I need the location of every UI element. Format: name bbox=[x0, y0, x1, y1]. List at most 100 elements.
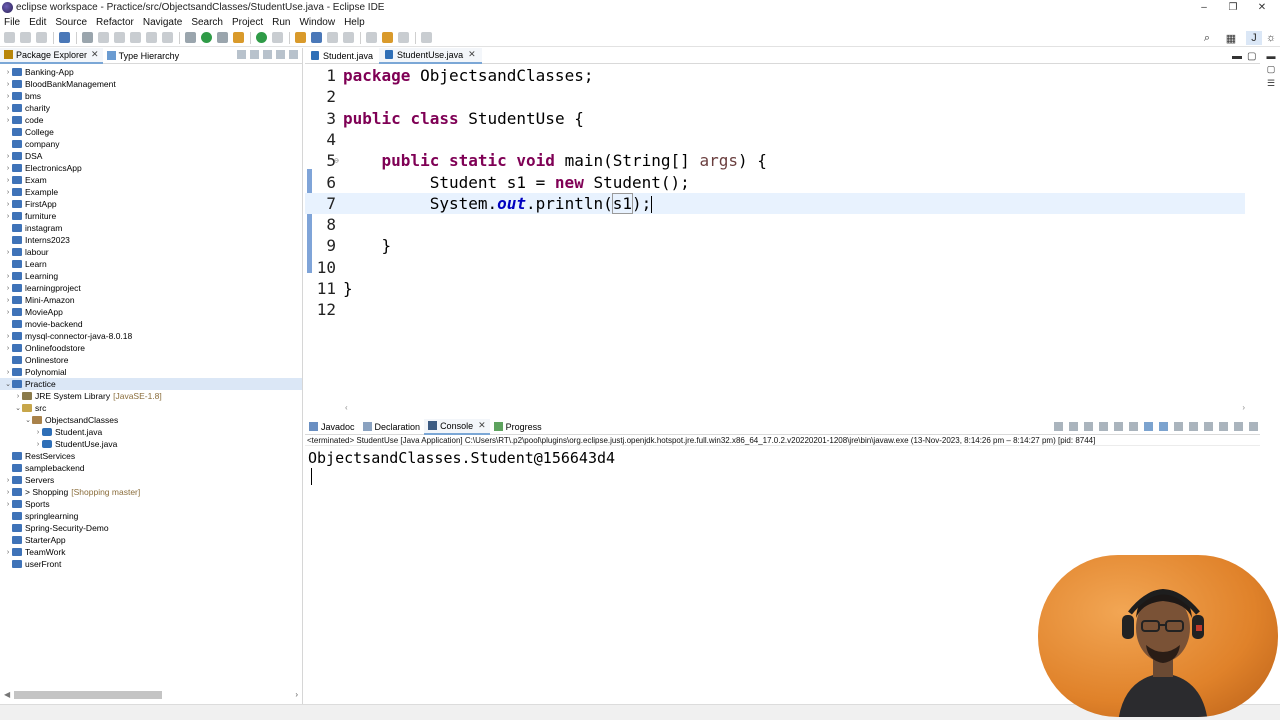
tree-item[interactable]: › Exam bbox=[0, 174, 302, 186]
code-line[interactable]: 3 public class StudentUse { bbox=[305, 108, 1245, 129]
maximize-editor-icon[interactable]: ▢ bbox=[1247, 51, 1256, 62]
debug-icon[interactable] bbox=[185, 32, 196, 43]
maximize-button[interactable]: ❐ bbox=[1219, 0, 1247, 15]
forward-icon[interactable] bbox=[398, 32, 409, 43]
restore-view-icon[interactable]: ▢ bbox=[1262, 64, 1280, 75]
menu-run[interactable]: Run bbox=[272, 17, 290, 28]
chevron-right-icon[interactable]: › bbox=[4, 117, 12, 124]
minimize-view-icon[interactable] bbox=[1234, 422, 1243, 431]
tree-item[interactable]: › labour bbox=[0, 246, 302, 258]
tree-item[interactable]: › > Shopping [Shopping master] bbox=[0, 486, 302, 498]
tree-item[interactable]: Spring-Security-Demo bbox=[0, 522, 302, 534]
chevron-right-icon[interactable]: › bbox=[4, 297, 12, 304]
tree-item[interactable]: movie-backend bbox=[0, 318, 302, 330]
maximize-view-icon[interactable] bbox=[1249, 422, 1258, 431]
tree-item[interactable]: Interns2023 bbox=[0, 234, 302, 246]
chevron-down-icon[interactable]: ⌄ bbox=[24, 416, 32, 424]
chevron-right-icon[interactable]: › bbox=[4, 369, 12, 376]
java-perspective-icon[interactable]: J bbox=[1246, 31, 1262, 45]
tree-item[interactable]: › Student.java bbox=[0, 426, 302, 438]
code-line[interactable]: 1 package ObjectsandClasses; bbox=[305, 65, 1245, 86]
tree-item[interactable]: › Sports bbox=[0, 498, 302, 510]
pilcrow-icon[interactable] bbox=[162, 32, 173, 43]
tree-item[interactable]: › FirstApp bbox=[0, 198, 302, 210]
code-line[interactable]: 7 System.out.println(s1); bbox=[305, 192, 1245, 214]
skip-breakpoints-icon[interactable] bbox=[82, 32, 93, 43]
tab-javadoc[interactable]: Javadoc bbox=[305, 419, 359, 435]
collapse-all-icon[interactable] bbox=[237, 50, 246, 59]
menu-navigate[interactable]: Navigate bbox=[143, 17, 182, 28]
scroll-left-icon[interactable]: ◀ bbox=[4, 690, 10, 699]
code-line[interactable]: 6 Student s1 = new Student(); bbox=[305, 172, 1245, 193]
debug-perspective-icon[interactable]: ☼ bbox=[1264, 31, 1278, 45]
chevron-right-icon[interactable]: › bbox=[34, 429, 42, 436]
show-whitespace-icon[interactable] bbox=[130, 32, 141, 43]
close-icon[interactable]: ✕ bbox=[91, 49, 99, 60]
tree-item[interactable]: ⌄ src bbox=[0, 402, 302, 414]
chevron-right-icon[interactable]: › bbox=[14, 393, 22, 400]
tree-item[interactable]: › bms bbox=[0, 90, 302, 102]
link-editor-icon[interactable] bbox=[250, 50, 259, 59]
new-java-project-icon[interactable] bbox=[256, 32, 267, 43]
menu-file[interactable]: File bbox=[4, 17, 20, 28]
chevron-right-icon[interactable]: › bbox=[4, 345, 12, 352]
tree-item[interactable]: › furniture bbox=[0, 210, 302, 222]
tree-item[interactable]: › code bbox=[0, 114, 302, 126]
word-wrap-icon[interactable] bbox=[1129, 422, 1138, 431]
tab-student-java[interactable]: Student.java bbox=[305, 48, 379, 64]
tree-item[interactable]: ⌄ Practice bbox=[0, 378, 302, 390]
chevron-right-icon[interactable]: › bbox=[4, 333, 12, 340]
tree-item[interactable]: samplebackend bbox=[0, 462, 302, 474]
chevron-right-icon[interactable]: › bbox=[4, 213, 12, 220]
tab-type-hierarchy[interactable]: Type Hierarchy bbox=[103, 48, 184, 64]
tab-declaration[interactable]: Declaration bbox=[359, 419, 425, 435]
scroll-right-icon[interactable]: › bbox=[295, 690, 298, 699]
mark-occurrences-icon[interactable] bbox=[114, 32, 125, 43]
menu-window[interactable]: Window bbox=[299, 17, 335, 28]
terminal-icon[interactable] bbox=[59, 32, 70, 43]
chevron-right-icon[interactable]: › bbox=[4, 177, 12, 184]
tab-package-explorer[interactable]: Package Explorer ✕ bbox=[0, 47, 103, 64]
save-all-icon[interactable] bbox=[36, 32, 47, 43]
tree-item[interactable]: › mysql-connector-java-8.0.18 bbox=[0, 330, 302, 342]
terminate-icon[interactable] bbox=[1054, 422, 1063, 431]
tree-item[interactable]: › TeamWork bbox=[0, 546, 302, 558]
save-icon[interactable] bbox=[20, 32, 31, 43]
chevron-down-icon[interactable]: ⌄ bbox=[14, 404, 22, 412]
code-line[interactable]: 5 ⊖ public static void main(String[] args… bbox=[305, 150, 1245, 171]
close-icon[interactable]: ✕ bbox=[478, 420, 486, 431]
menu-source[interactable]: Source bbox=[55, 17, 87, 28]
annotation-nav-icon[interactable] bbox=[343, 32, 354, 43]
editor-horizontal-scrollbar[interactable]: ‹ › bbox=[345, 403, 1245, 412]
remove-launch-icon[interactable] bbox=[1069, 422, 1078, 431]
tree-item[interactable]: › ElectronicsApp bbox=[0, 162, 302, 174]
code-line[interactable]: 4 bbox=[305, 129, 1245, 150]
back-icon[interactable] bbox=[382, 32, 393, 43]
new-package-icon[interactable] bbox=[272, 32, 283, 43]
outline-icon[interactable]: ☰ bbox=[1262, 78, 1280, 89]
pin-console-icon[interactable] bbox=[1174, 422, 1183, 431]
pin-editor-icon[interactable] bbox=[421, 32, 432, 43]
code-line[interactable]: 2 bbox=[305, 86, 1245, 107]
fold-icon[interactable]: ⊖ bbox=[334, 156, 339, 165]
tab-progress[interactable]: Progress bbox=[490, 419, 546, 435]
tab-studentuse-java[interactable]: StudentUse.java ✕ bbox=[379, 47, 482, 64]
chevron-right-icon[interactable]: › bbox=[4, 153, 12, 160]
scrollbar-thumb[interactable] bbox=[14, 691, 162, 699]
block-selection-icon[interactable] bbox=[146, 32, 157, 43]
show-on-stderr-icon[interactable] bbox=[1159, 422, 1168, 431]
tree-item[interactable]: › Example bbox=[0, 186, 302, 198]
code-line[interactable]: 8 bbox=[305, 214, 1245, 235]
tree-item[interactable]: StarterApp bbox=[0, 534, 302, 546]
coverage-icon[interactable] bbox=[217, 32, 228, 43]
code-area[interactable]: 1 package ObjectsandClasses; 2 3 public clas… bbox=[305, 65, 1245, 403]
menu-search[interactable]: Search bbox=[191, 17, 223, 28]
code-line[interactable]: 10 bbox=[305, 257, 1245, 278]
display-selected-icon[interactable] bbox=[1189, 422, 1198, 431]
minimize-button[interactable]: – bbox=[1190, 0, 1218, 15]
chevron-right-icon[interactable]: › bbox=[4, 273, 12, 280]
clear-console-icon[interactable] bbox=[1099, 422, 1108, 431]
tree-item[interactable]: › learningproject bbox=[0, 282, 302, 294]
tree-item[interactable]: › DSA bbox=[0, 150, 302, 162]
open-task-icon[interactable] bbox=[311, 32, 322, 43]
